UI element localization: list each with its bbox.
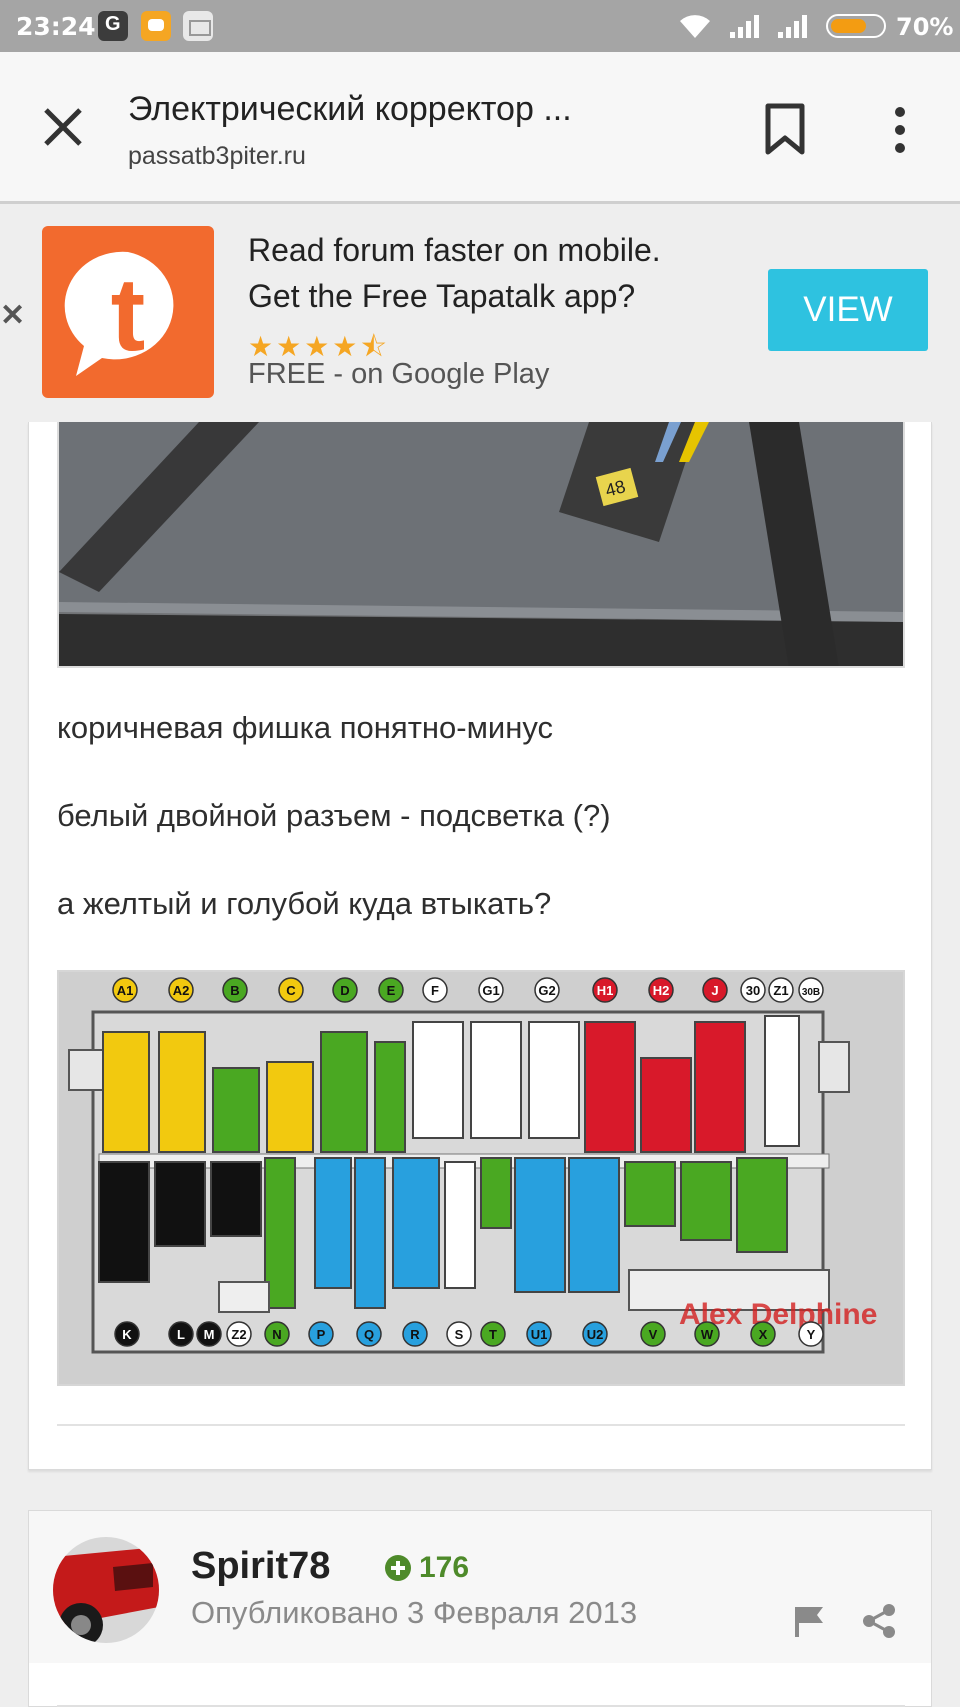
app-banner: ✕ t Read forum faster on mobile. Get the… [0, 204, 960, 422]
diagram-bottom-label-text: U2 [587, 1327, 604, 1342]
status-time: 23:24 [16, 12, 96, 41]
post-text-line: белый двойной разъем - подсветка (?) [57, 798, 611, 833]
connector-diagram-svg: Alex Delphine A1 A2 B C D E F G1 G2 H1 H2 J 30 Z1 30B … [59, 972, 903, 1384]
diagram-top-label-text: Z1 [773, 983, 788, 998]
google-icon [98, 11, 128, 41]
diagram-bottom-label-text: P [317, 1327, 326, 1342]
diagram-top-label-text: 30 [746, 983, 760, 998]
diagram-bottom-label-text: U1 [531, 1327, 548, 1342]
car-interior-photo: 48 [59, 422, 903, 666]
post-photo[interactable]: 48 [57, 422, 905, 668]
reputation-count: 176 [419, 1551, 470, 1584]
reputation-plus-icon [385, 1555, 411, 1581]
diagram-bottom-label-text: Z2 [231, 1327, 246, 1342]
author-card: Spirit78 176 Опубликовано 3 Февраля 2013 [28, 1510, 932, 1707]
diagram-bottom-label-text: Y [807, 1327, 816, 1342]
wifi-icon [680, 15, 710, 38]
page-domain: passatb3piter.ru [128, 142, 306, 170]
tapatalk-logo-icon: t [64, 251, 174, 376]
svg-text:t: t [111, 257, 146, 373]
avatar-image [53, 1537, 159, 1643]
banner-subline: Get the Free Tapatalk app? [248, 278, 636, 314]
fuse-box-diagram[interactable]: Alex Delphine A1 A2 B C D E F G1 G2 H1 H2 J 30 Z1 30B … [57, 970, 905, 1386]
diagram-bottom-label-text: X [759, 1327, 768, 1342]
diagram-bottom-label-text: R [410, 1327, 420, 1342]
author-name[interactable]: Spirit78 [191, 1545, 330, 1588]
view-button[interactable]: VIEW [768, 269, 928, 351]
bookmark-icon[interactable] [760, 102, 810, 158]
diagram-bottom-label-text: Q [364, 1327, 374, 1342]
tapatalk-logo[interactable]: t [42, 226, 214, 398]
signal-icon [730, 15, 759, 38]
diagram-bottom-label-text: N [272, 1327, 281, 1342]
battery-percent: 70% [896, 13, 954, 41]
diagram-top-label-text: D [340, 983, 349, 998]
mail-notification-icon [183, 11, 213, 41]
diagram-bottom-label-text: M [204, 1327, 215, 1342]
more-vert-icon[interactable] [880, 102, 920, 158]
banner-close-icon[interactable]: ✕ [0, 298, 25, 333]
diagram-top-label-text: H1 [597, 983, 614, 998]
diagram-bottom-label-text: K [122, 1327, 132, 1342]
signal-icon-2 [778, 15, 807, 38]
diagram-top-label-text: C [286, 983, 296, 998]
flag-icon[interactable] [791, 1603, 827, 1639]
avatar[interactable] [53, 1537, 159, 1643]
diagram-top-label-text: E [387, 983, 396, 998]
chat-notification-icon [141, 11, 171, 41]
publish-date: Опубликовано 3 Февраля 2013 [191, 1595, 638, 1630]
diagram-bottom-label-text: W [701, 1327, 714, 1342]
close-icon[interactable] [38, 102, 88, 152]
banner-headline: Read forum faster on mobile. [248, 232, 661, 268]
battery-icon [826, 14, 886, 38]
diagram-top-label-text: J [711, 983, 718, 998]
diagram-top-label-text: A2 [173, 983, 190, 998]
diagram-top-label-text: F [431, 983, 439, 998]
share-icon[interactable] [861, 1603, 897, 1639]
post-card: 48 коричневая фишка понятно-минус белый … [28, 422, 932, 1470]
diagram-bottom-label-text: V [649, 1327, 658, 1342]
diagram-bottom-label-text: T [489, 1327, 497, 1342]
diagram-top-label-text: B [230, 983, 239, 998]
diagram-top-label-text: G2 [538, 983, 555, 998]
diagram-top-label-text: A1 [117, 983, 134, 998]
diagram-bottom-label-text: S [455, 1327, 464, 1342]
browser-toolbar: Электрический корректор ... passatb3pite… [0, 52, 960, 204]
page-title: Электрический корректор ... [128, 90, 572, 128]
diagram-top-label-text: G1 [482, 983, 499, 998]
post-text-line: коричневая фишка понятно-минус [57, 710, 553, 745]
post-text-line: а желтый и голубой куда втыкать? [57, 886, 552, 921]
post-divider [57, 1424, 905, 1426]
diagram-top-label-text: H2 [653, 983, 670, 998]
diagram-top-label-text: 30B [802, 987, 820, 998]
banner-store-text: FREE - on Google Play [248, 358, 550, 390]
author-header: Spirit78 176 Опубликовано 3 Февраля 2013 [29, 1511, 931, 1663]
diagram-bottom-label-text: L [177, 1327, 185, 1342]
status-bar: 23:24 70% [0, 0, 960, 52]
